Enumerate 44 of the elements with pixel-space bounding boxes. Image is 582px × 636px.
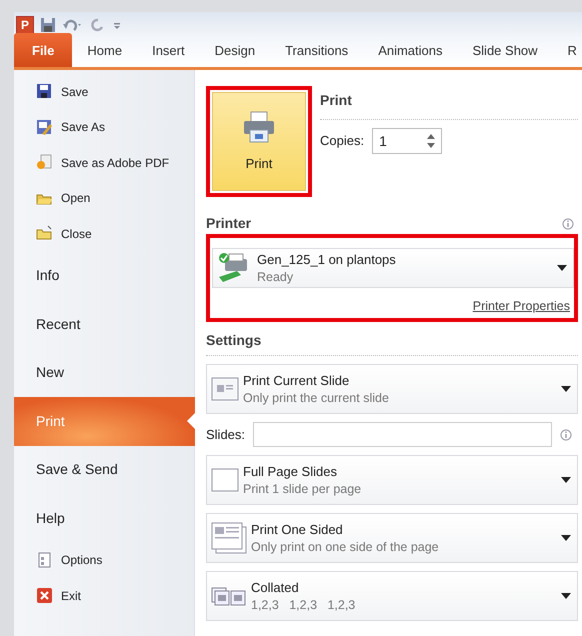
settings-dropdown[interactable]: Collated 1,2,3 1,2,3 1,2,3 — [206, 571, 578, 622]
section-heading: Settings — [206, 330, 578, 356]
ribbon-tab[interactable]: Home — [72, 40, 138, 67]
ribbon-tab[interactable]: Transitions — [270, 40, 364, 67]
section-heading: Printer — [206, 214, 252, 233]
section-heading: Print — [320, 90, 578, 120]
ribbon-tab[interactable]: Insert — [137, 40, 200, 67]
option-description: 1,2,3 1,2,3 1,2,3 — [251, 596, 356, 614]
option-title: Print Current Slide — [243, 372, 350, 390]
sidebar-item[interactable]: Save as Adobe PDF — [14, 145, 194, 180]
sidebar-item[interactable]: Help — [14, 494, 194, 542]
ribbon-tab[interactable]: Slide Show — [458, 40, 553, 67]
ribbon-tab[interactable]: R — [552, 40, 582, 67]
ribbon-tab[interactable]: Design — [200, 40, 270, 67]
printer-properties-link[interactable]: Printer Properties — [472, 299, 570, 314]
printer-name: Gen_125_1 on plantops — [257, 251, 396, 269]
ribbon-tab[interactable]: Animations — [363, 40, 458, 67]
sidebar-item[interactable]: Recent — [14, 300, 194, 348]
sidebar-item[interactable]: New — [14, 348, 194, 397]
sidebar-item[interactable]: Options — [14, 542, 194, 578]
settings-dropdown[interactable]: Print Current Slide Only print the current slide — [206, 364, 578, 414]
option-title: Collated — [251, 578, 300, 596]
sidebar-item[interactable]: Close — [14, 216, 194, 252]
ribbon-tab[interactable]: File — [14, 32, 72, 67]
sidebar-item[interactable]: Info — [14, 252, 194, 300]
sidebar-item[interactable]: Exit — [14, 578, 194, 614]
copies-spinner[interactable]: 1 — [372, 128, 442, 154]
printer-dropdown[interactable]: Gen_125_1 on plantops Ready — [212, 248, 574, 288]
settings-dropdown[interactable]: Full Page Slides Print 1 slide per page — [206, 455, 578, 506]
settings-dropdown[interactable]: Print One Sided Only print on one side of the page — [206, 513, 578, 564]
sidebar-item[interactable]: Save & Send — [14, 446, 194, 494]
copies-label: Copies: — [320, 132, 364, 150]
option-description: Print 1 slide per page — [243, 480, 362, 498]
option-title: Print One Sided — [251, 520, 344, 538]
app-logo[interactable]: P — [16, 16, 34, 34]
sidebar-item[interactable]: Save — [14, 74, 194, 110]
print-button[interactable]: Print — [212, 92, 306, 191]
option-title: Full Page Slides — [243, 462, 338, 480]
slides-label: Slides: — [206, 426, 246, 444]
printer-status: Ready — [257, 268, 294, 286]
option-description: Only print the current slide — [243, 390, 389, 406]
sidebar-item[interactable]: Open — [14, 180, 194, 216]
sidebar-item[interactable]: Save As — [14, 110, 194, 145]
option-description: Only print on one side of the page — [251, 538, 439, 556]
